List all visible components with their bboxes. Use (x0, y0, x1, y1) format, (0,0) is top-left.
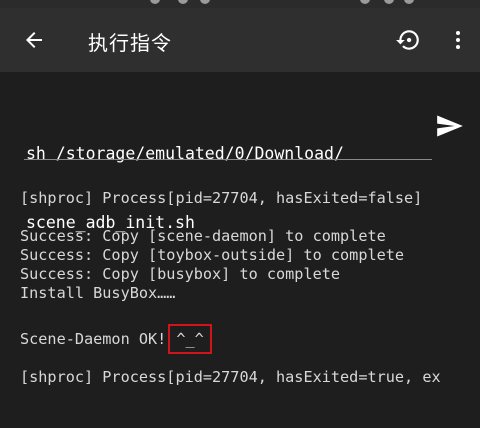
status-indicator-icon (150, 0, 160, 4)
status-indicator-icon (360, 0, 370, 4)
back-arrow-icon (26, 32, 42, 48)
command-panel: sh /storage/emulated/0/Download/ scene_a… (0, 72, 480, 428)
input-underline (24, 159, 432, 160)
status-indicator-icon (178, 0, 188, 4)
send-icon (437, 115, 463, 137)
more-options-button[interactable] (438, 20, 478, 60)
console-output: [shproc] Process[pid=27704, hasExited=fa… (20, 189, 470, 387)
console-line: Scene-Daemon OK! (20, 329, 167, 348)
console-line: Success: Copy [busybox] to complete (20, 265, 341, 283)
status-indicator-icon (200, 0, 210, 4)
page-title: 执行指令 (88, 31, 172, 55)
back-button[interactable] (14, 20, 54, 60)
status-bar (0, 0, 480, 8)
console-line: Success: Copy [toybox-outside] to comple… (20, 246, 405, 264)
highlight-box: ^_^ (168, 324, 212, 354)
console-line: Success: Copy [scene-daemon] to complete (20, 227, 386, 245)
smiley-text: ^_^ (176, 330, 204, 348)
more-vert-icon (456, 31, 460, 49)
history-button[interactable] (388, 20, 428, 60)
app-bar: 执行指令 (0, 8, 480, 72)
history-icon (396, 30, 419, 50)
console-line: Install BusyBox…… (20, 284, 176, 302)
command-line-1: sh /storage/emulated/0/Download/ (26, 144, 344, 163)
send-button[interactable] (430, 108, 470, 144)
console-line: [shproc] Process[pid=27704, hasExited=fa… (20, 189, 423, 207)
status-indicator-icon (384, 0, 394, 4)
screen: 执行指令 sh /storage/emulated/0/Download/ sc… (0, 0, 480, 428)
status-indicator-icon (404, 0, 414, 4)
daemon-status-row: Scene-Daemon OK! ^_^ (20, 322, 470, 356)
console-line: [shproc] Process[pid=27704, hasExited=tr… (20, 368, 441, 386)
